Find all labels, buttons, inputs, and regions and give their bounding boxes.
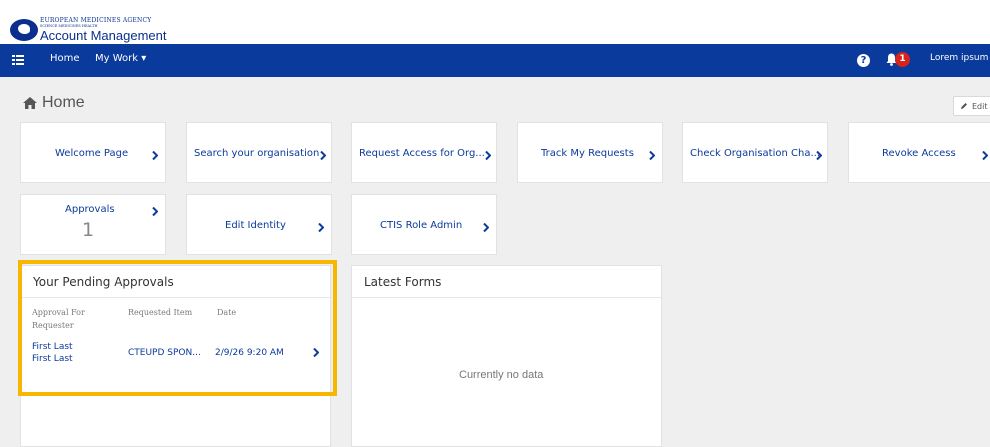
tile-track-requests[interactable]: Track My Requests <box>517 122 663 183</box>
chevron-right-icon <box>982 151 988 160</box>
tile-label: Revoke Access <box>882 148 956 159</box>
tile-edit-identity[interactable]: Edit Identity <box>186 194 332 255</box>
notification-count-badge[interactable]: 1 <box>895 52 910 67</box>
tile-label: Search your organisation <box>194 148 320 159</box>
tile-label: Request Access for Org... <box>359 148 485 159</box>
top-header: EUROPEAN MEDICINES AGENCY SCIENCE MEDICI… <box>0 0 990 44</box>
menu-list-icon[interactable] <box>12 55 24 66</box>
empty-state-text: Currently no data <box>459 369 544 381</box>
tile-label: Track My Requests <box>541 148 634 159</box>
panel-title: Latest Forms <box>364 275 442 289</box>
tile-check-organisation[interactable]: Check Organisation Cha... <box>682 122 828 183</box>
chevron-right-icon <box>320 151 326 160</box>
tile-label: Check Organisation Cha... <box>690 148 820 159</box>
tile-ctis-role-admin[interactable]: CTIS Role Admin <box>351 194 497 255</box>
approval-for-cell: First Last <box>32 342 73 352</box>
chevron-right-icon <box>152 151 158 160</box>
user-menu[interactable]: Lorem ipsum <box>930 53 988 63</box>
nav-home-link[interactable]: Home <box>50 53 80 64</box>
approvals-count: 1 <box>82 219 95 241</box>
date-cell: 2/9/26 9:20 AM <box>215 348 284 358</box>
edit-button[interactable]: Edit <box>953 96 990 116</box>
tile-label: CTIS Role Admin <box>380 220 463 231</box>
tile-label: Approvals <box>65 204 115 215</box>
chevron-right-icon <box>485 151 491 160</box>
latest-forms-panel: Latest Forms <box>351 265 662 447</box>
help-icon[interactable]: ? <box>857 54 870 67</box>
tile-revoke-access[interactable]: Revoke Access <box>848 122 990 183</box>
panel-title: Your Pending Approvals <box>33 275 174 289</box>
pending-approvals-panel: Your Pending Approvals Approval For Requ… <box>20 265 331 447</box>
tile-request-access[interactable]: Request Access for Org... <box>351 122 497 183</box>
pencil-icon <box>961 103 967 109</box>
ema-logo-icon <box>10 19 38 41</box>
chevron-right-icon <box>152 207 158 216</box>
main-navbar: Home My Work ▾ ? 1 Lorem ipsum <box>0 44 990 77</box>
tile-welcome-page[interactable]: Welcome Page <box>20 122 166 183</box>
tile-label: Edit Identity <box>225 220 286 231</box>
tile-label: Welcome Page <box>55 148 129 159</box>
home-icon <box>23 97 37 109</box>
column-header: Date <box>217 308 237 317</box>
chevron-right-icon[interactable] <box>313 348 319 357</box>
agency-name: EUROPEAN MEDICINES AGENCY <box>40 16 152 24</box>
ema-logo[interactable]: EUROPEAN MEDICINES AGENCY SCIENCE MEDICI… <box>10 17 166 43</box>
edit-button-label: Edit <box>972 101 988 111</box>
app-title: Account Management <box>40 28 167 44</box>
chevron-right-icon <box>816 151 822 160</box>
column-header: Requested Item <box>128 308 193 317</box>
tile-approvals[interactable]: Approvals 1 <box>20 194 166 255</box>
column-header: Approval For Requester <box>32 308 85 330</box>
page-title-text: Home <box>42 94 85 111</box>
chevron-right-icon <box>649 151 655 160</box>
requested-item-cell[interactable]: CTEUPD SPON... <box>128 347 201 359</box>
requester-cell: First Last <box>32 354 73 364</box>
page-title: Home <box>22 94 85 112</box>
tile-search-organisation[interactable]: Search your organisation <box>186 122 332 183</box>
nav-my-work-dropdown[interactable]: My Work ▾ <box>95 53 146 64</box>
chevron-right-icon <box>318 223 324 232</box>
chevron-right-icon <box>483 223 489 232</box>
